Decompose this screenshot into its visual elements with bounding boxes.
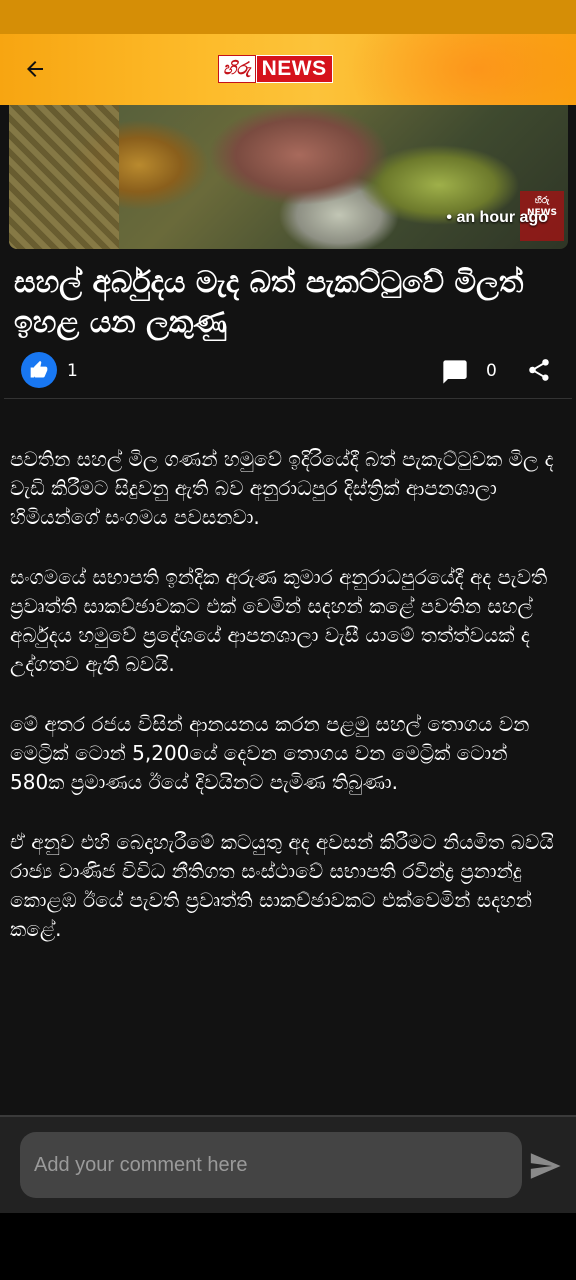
- share-icon: [529, 359, 549, 381]
- logo-hiru-text: හිරු: [218, 55, 256, 83]
- comment-bar: [0, 1115, 576, 1213]
- status-bar: [0, 0, 576, 34]
- hero-image: හිරු NEWS • an hour ago: [9, 105, 568, 249]
- comment-count: 0: [486, 361, 497, 381]
- thumbs-up-icon: [30, 360, 48, 378]
- back-button[interactable]: [18, 52, 52, 86]
- send-icon: [530, 1153, 561, 1179]
- article-paragraph: සංගමයේ සභාපති ඉන්දික අරුණ කුමාර අනුරාධපු…: [10, 565, 548, 676]
- like-count: 1: [67, 361, 78, 381]
- send-button[interactable]: [528, 1149, 562, 1183]
- article-body: පවතින සහල් මිල ගණන් හමුවේ ඉදිරියේදී බත් …: [10, 445, 566, 975]
- comment-icon: [443, 360, 467, 384]
- comment-input[interactable]: [20, 1132, 522, 1198]
- share-button[interactable]: [526, 357, 552, 387]
- divider: [4, 398, 572, 399]
- article-paragraph: මේ අතර රජය විසින් ආනයනය කරන පළමු සහල් තො…: [10, 712, 530, 794]
- published-time: • an hour ago: [446, 209, 548, 226]
- article-paragraph: ඒ අනුව එහි බෙදාහැරීමේ කටයුතු අද අවසන් කි…: [10, 830, 554, 941]
- article-actions: 1 0: [0, 350, 576, 392]
- logo-news-text: NEWS: [255, 55, 333, 83]
- article-paragraph: පවතින සහල් මිල ගණන් හමුවේ ඉදිරියේදී බත් …: [10, 447, 554, 529]
- like-button[interactable]: [21, 352, 57, 388]
- hiru-news-logo: හිරු NEWS: [218, 55, 333, 83]
- article-content: හිරු NEWS • an hour ago සහල් අර්බුදය මැද…: [0, 105, 576, 1115]
- navigation-bar-area: [0, 1213, 576, 1280]
- arrow-left-icon: [27, 61, 43, 77]
- article-title: සහල් අර්බුදය මැද බත් පැකට්ටුවේ මිලත් ඉහළ…: [14, 265, 524, 340]
- hero-image-weave: [9, 105, 119, 249]
- comment-button[interactable]: [441, 358, 469, 390]
- app-header: හිරු NEWS: [0, 34, 576, 105]
